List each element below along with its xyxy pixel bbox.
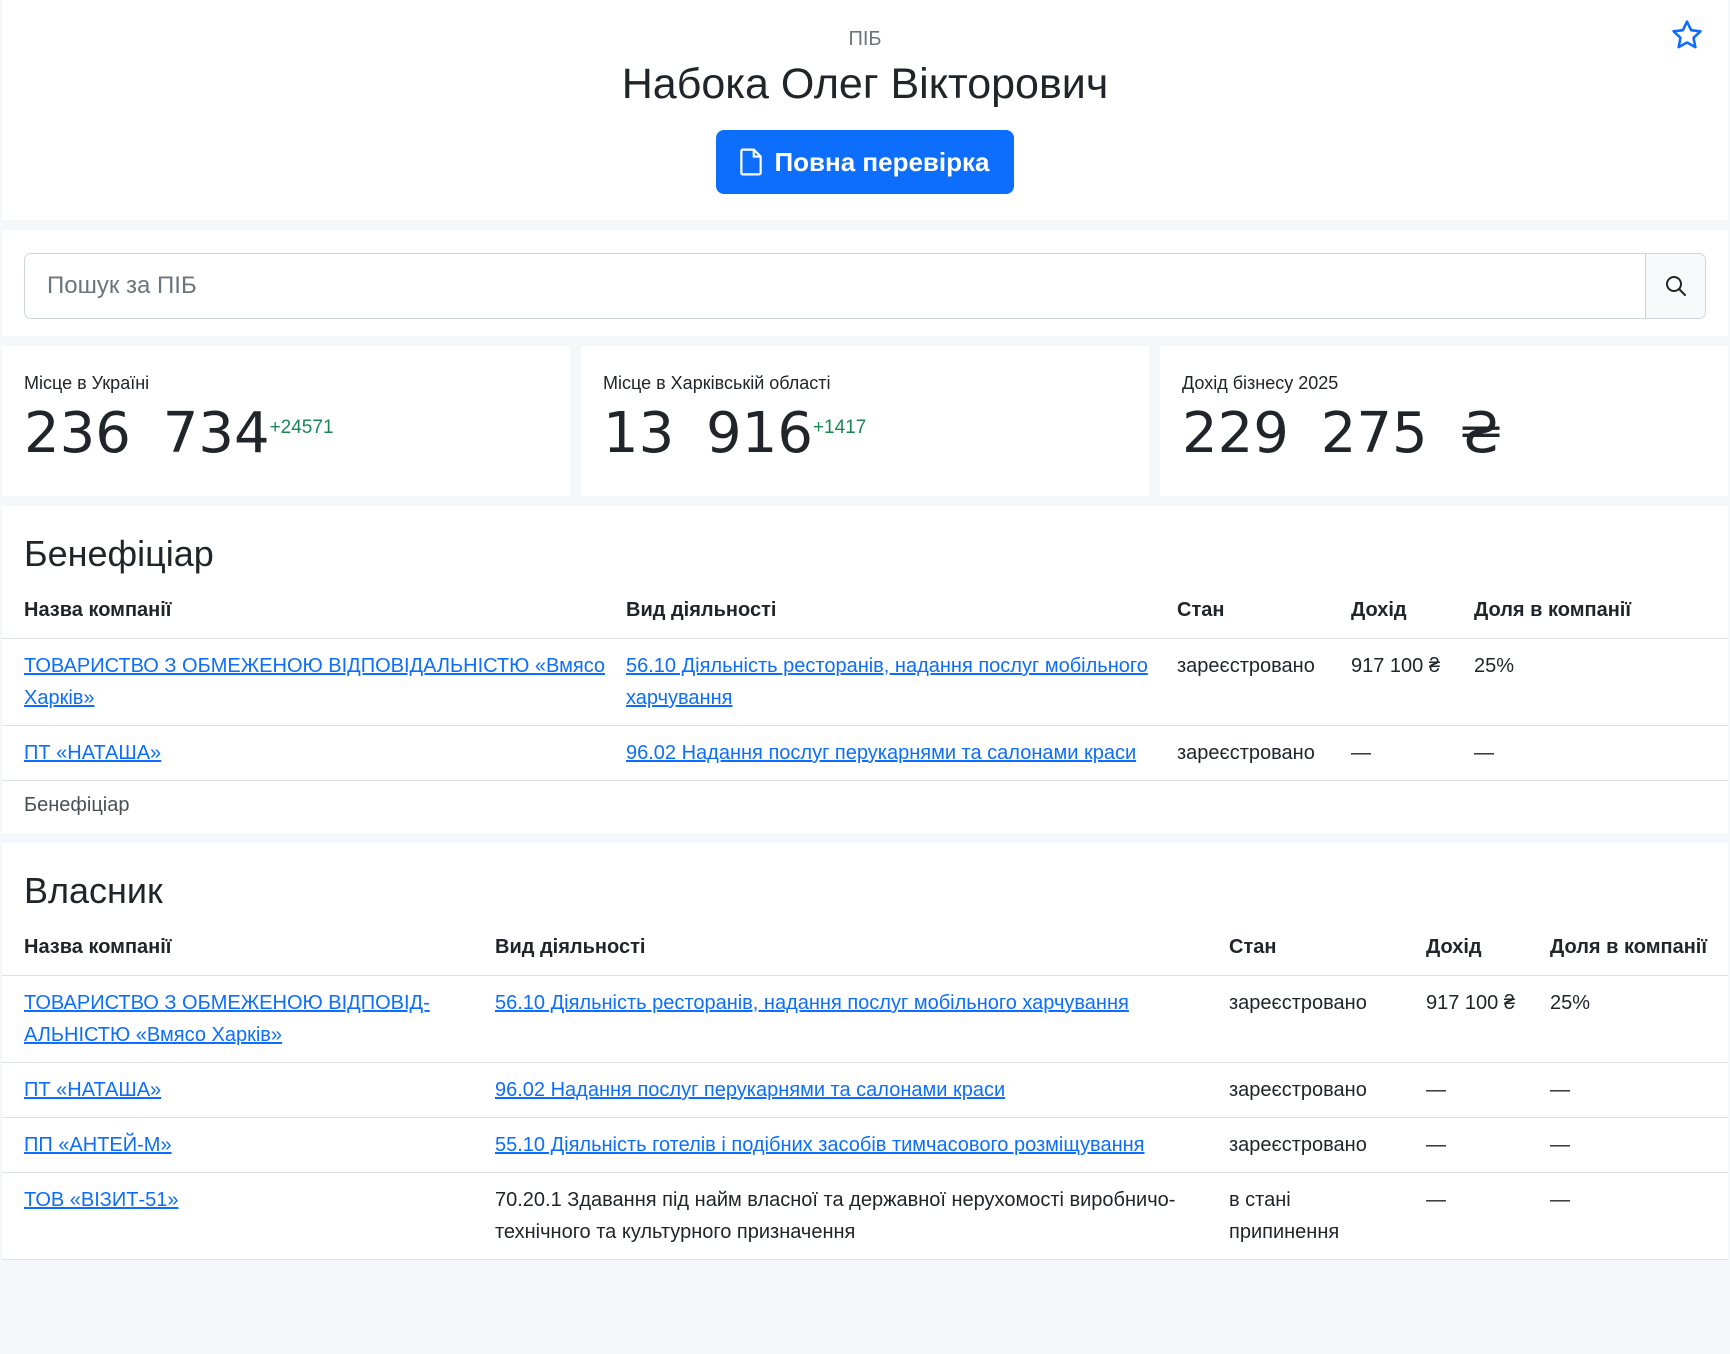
company-link[interactable]: ПТ «НАТАША» bbox=[24, 742, 161, 764]
column-header: Вид діяльності bbox=[485, 919, 1219, 976]
status-cell: в стані припинення bbox=[1219, 1172, 1416, 1260]
stat-region-rank: Місце в Харківській області 13 916+1417 bbox=[581, 346, 1149, 496]
activity-link[interactable]: 56.10 Діяльність ресторанів, надання пос… bbox=[626, 655, 1148, 709]
full-check-label: Повна перевірка bbox=[774, 146, 990, 177]
column-header: Стан bbox=[1167, 582, 1341, 639]
status-cell: зареєстровано bbox=[1167, 725, 1341, 781]
table-row: ТОВАРИСТВО З ОБМЕЖЕНОЮ ВІДПОВІДАЛЬНІСТЮ … bbox=[2, 638, 1728, 726]
share-cell: — bbox=[1464, 725, 1728, 781]
table-row: ПТ «НАТАША» 96.02 Надання послуг перукар… bbox=[2, 725, 1728, 781]
income-cell: — bbox=[1416, 1117, 1540, 1173]
table-header-row: Назва компанії Вид діяльності Стан Дохід… bbox=[2, 582, 1728, 639]
share-cell: 25% bbox=[1540, 975, 1728, 1063]
status-cell: зареєстровано bbox=[1167, 638, 1341, 726]
stats-row: Місце в Україні 236 734+24571 Місце в Ха… bbox=[2, 346, 1728, 496]
stat-value: 229 275 ₴ bbox=[1182, 401, 1503, 466]
section-title: Бенефіціар bbox=[24, 533, 214, 574]
company-link[interactable]: ТОВАРИСТВО З ОБМЕЖЕНОЮ ВІДПОВІД-АЛЬНІСТЮ… bbox=[24, 992, 430, 1046]
search-group bbox=[24, 253, 1706, 319]
income-cell: 917 100 ₴ bbox=[1341, 638, 1464, 726]
beneficiary-table: Назва компанії Вид діяльності Стан Дохід… bbox=[2, 582, 1728, 781]
table-row: ПП «АНТЕЙ-М» 55.10 Діяльність готелів і … bbox=[2, 1117, 1728, 1173]
column-header: Дохід bbox=[1416, 919, 1540, 976]
company-link[interactable]: ПТ «НАТАША» bbox=[24, 1079, 161, 1101]
column-header: Дохід bbox=[1341, 582, 1464, 639]
column-header: Вид діяльності bbox=[616, 582, 1167, 639]
share-cell: 25% bbox=[1464, 638, 1728, 726]
star-icon[interactable] bbox=[1670, 18, 1704, 52]
person-name: Набока Олег Вікторович bbox=[621, 60, 1109, 108]
document-icon bbox=[740, 148, 763, 176]
table-row: ТОВ «ВІЗИТ-51» 70.20.1 Здавання під найм… bbox=[2, 1172, 1728, 1260]
search-input[interactable] bbox=[25, 254, 1645, 318]
status-cell: зареєстровано bbox=[1219, 1062, 1416, 1118]
company-link[interactable]: ТОВАРИСТВО З ОБМЕЖЕНОЮ ВІДПОВІДАЛЬНІСТЮ … bbox=[24, 655, 605, 709]
share-cell: — bbox=[1540, 1172, 1728, 1260]
search-button[interactable] bbox=[1645, 254, 1705, 318]
column-header: Стан bbox=[1219, 919, 1416, 976]
status-cell: зареєстровано bbox=[1219, 1117, 1416, 1173]
stat-delta: +1417 bbox=[812, 417, 867, 438]
section-title: Власник bbox=[24, 870, 163, 911]
search-card bbox=[2, 230, 1728, 336]
stat-label: Місце в Харківській області bbox=[603, 373, 831, 393]
stat-business-income: Дохід бізнесу 2025 229 275 ₴ bbox=[1160, 346, 1728, 496]
income-cell: — bbox=[1416, 1062, 1540, 1118]
full-check-button[interactable]: Повна перевірка bbox=[716, 130, 1014, 194]
beneficiary-section: Бенефіціар Назва компанії Вид діяльності… bbox=[2, 506, 1728, 833]
stat-label: Місце в Україні bbox=[24, 373, 150, 393]
share-cell: — bbox=[1540, 1062, 1728, 1118]
stat-value: 236 734+24571 bbox=[24, 401, 334, 466]
stat-label: Дохід бізнесу 2025 bbox=[1182, 373, 1339, 393]
table-caption: Бенефіціар bbox=[24, 794, 130, 816]
column-header: Доля в компанії bbox=[1540, 919, 1728, 976]
table-header-row: Назва компанії Вид діяльності Стан Дохід… bbox=[2, 919, 1728, 976]
column-header: Назва компанії bbox=[2, 582, 616, 639]
table-row: ТОВАРИСТВО З ОБМЕЖЕНОЮ ВІДПОВІД-АЛЬНІСТЮ… bbox=[2, 975, 1728, 1063]
income-cell: — bbox=[1416, 1172, 1540, 1260]
company-link[interactable]: ПП «АНТЕЙ-М» bbox=[24, 1134, 172, 1156]
name-label: ПІБ bbox=[848, 28, 882, 50]
search-icon bbox=[1665, 276, 1686, 296]
stat-value: 13 916+1417 bbox=[603, 401, 867, 466]
stat-delta: +24571 bbox=[269, 417, 334, 438]
status-cell: зареєстровано bbox=[1219, 975, 1416, 1063]
profile-header: ПІБ Набока Олег Вікторович Повна перевір… bbox=[2, 0, 1728, 220]
owner-table: Назва компанії Вид діяльності Стан Дохід… bbox=[2, 919, 1728, 1260]
column-header: Доля в компанії bbox=[1464, 582, 1728, 639]
income-cell: — bbox=[1341, 725, 1464, 781]
share-cell: — bbox=[1540, 1117, 1728, 1173]
activity-cell: 70.20.1 Здавання під найм власної та дер… bbox=[485, 1172, 1219, 1260]
activity-link[interactable]: 56.10 Діяльність ресторанів, надання пос… bbox=[495, 992, 1129, 1014]
activity-link[interactable]: 96.02 Надання послуг перукарнями та сало… bbox=[626, 742, 1136, 764]
column-header: Назва компанії bbox=[2, 919, 485, 976]
activity-link[interactable]: 96.02 Надання послуг перукарнями та сало… bbox=[495, 1079, 1005, 1101]
income-cell: 917 100 ₴ bbox=[1416, 975, 1540, 1063]
owner-section: Власник Назва компанії Вид діяльності Ст… bbox=[2, 843, 1728, 1260]
stat-ukraine-rank: Місце в Україні 236 734+24571 bbox=[2, 346, 570, 496]
company-link[interactable]: ТОВ «ВІЗИТ-51» bbox=[24, 1189, 179, 1211]
activity-link[interactable]: 55.10 Діяльність готелів і подібних засо… bbox=[495, 1134, 1144, 1156]
table-row: ПТ «НАТАША» 96.02 Надання послуг перукар… bbox=[2, 1062, 1728, 1118]
